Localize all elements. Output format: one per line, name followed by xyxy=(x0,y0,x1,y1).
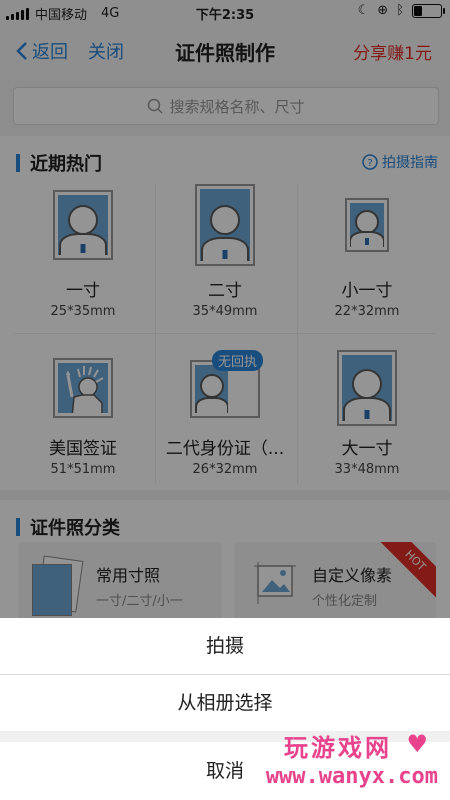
shoot-option[interactable]: 拍摄 xyxy=(0,618,450,674)
site-watermark: 玩游戏网 ♥ www.wanyx.com xyxy=(246,728,442,798)
choose-from-album-option[interactable]: 从相册选择 xyxy=(0,675,450,731)
watermark-line2: www.wanyx.com xyxy=(265,764,438,789)
watermark-line1: 玩游戏网 xyxy=(284,734,392,762)
heart-icon: ♥ xyxy=(406,730,428,758)
